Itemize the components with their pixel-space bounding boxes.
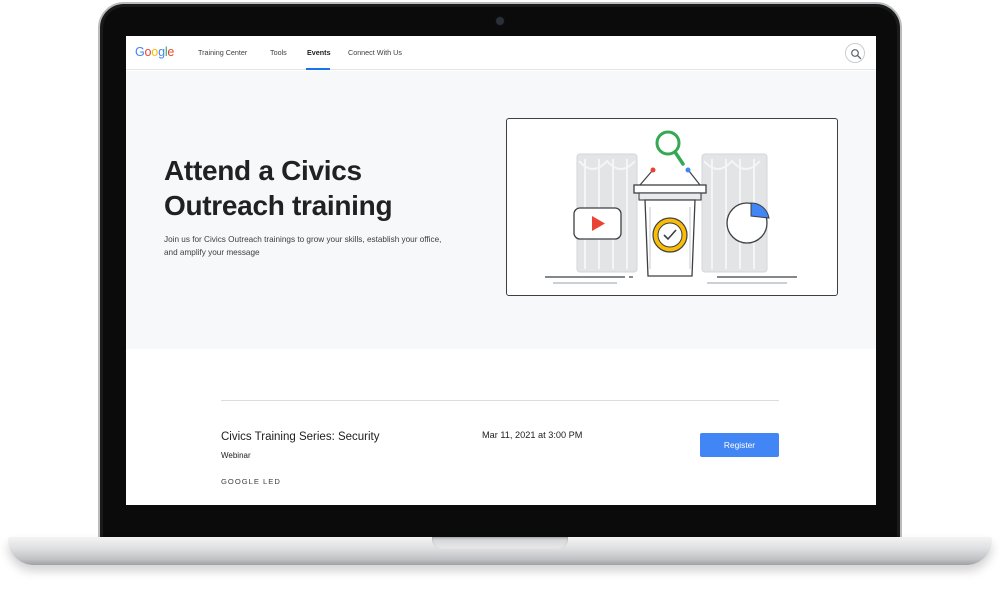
laptop-notch [432,537,568,549]
nav-training-center[interactable]: Training Center [198,48,247,57]
event-organizer: GOOGLE LED [221,477,281,486]
google-logo[interactable]: Google [135,45,174,59]
register-button[interactable]: Register [700,433,779,457]
search-icon [851,49,862,60]
hero-title-line-1: Attend a Civics [164,155,362,186]
laptop-screen: Google Training Center Tools Events Conn… [126,36,876,505]
search-button[interactable] [845,43,865,63]
logo-letter: e [167,45,175,59]
hero-subtitle: Join us for Civics Outreach trainings to… [164,235,442,257]
logo-letter: g [158,45,165,59]
nav-events[interactable]: Events [307,48,331,57]
nav-connect-with-us[interactable]: Connect With Us [348,48,402,57]
hero-title-line-2: Outreach training [164,190,393,221]
nav-tools[interactable]: Tools [270,48,287,57]
event-type: Webinar [221,451,251,460]
event-date: Mar 11, 2021 at 3:00 PM [482,430,583,440]
logo-letter: G [135,45,145,59]
top-nav: Google Training Center Tools Events Conn… [126,36,876,70]
hero-illustration [506,118,838,296]
hero-title: Attend a Civics Outreach training [164,153,464,223]
hero-section: Attend a Civics Outreach training Join u… [126,71,876,349]
active-tab-indicator [306,68,330,70]
webcam [496,17,504,25]
podium-illustration [545,130,797,284]
event-title[interactable]: Civics Training Series: Security [221,431,380,443]
event-divider [221,400,779,401]
